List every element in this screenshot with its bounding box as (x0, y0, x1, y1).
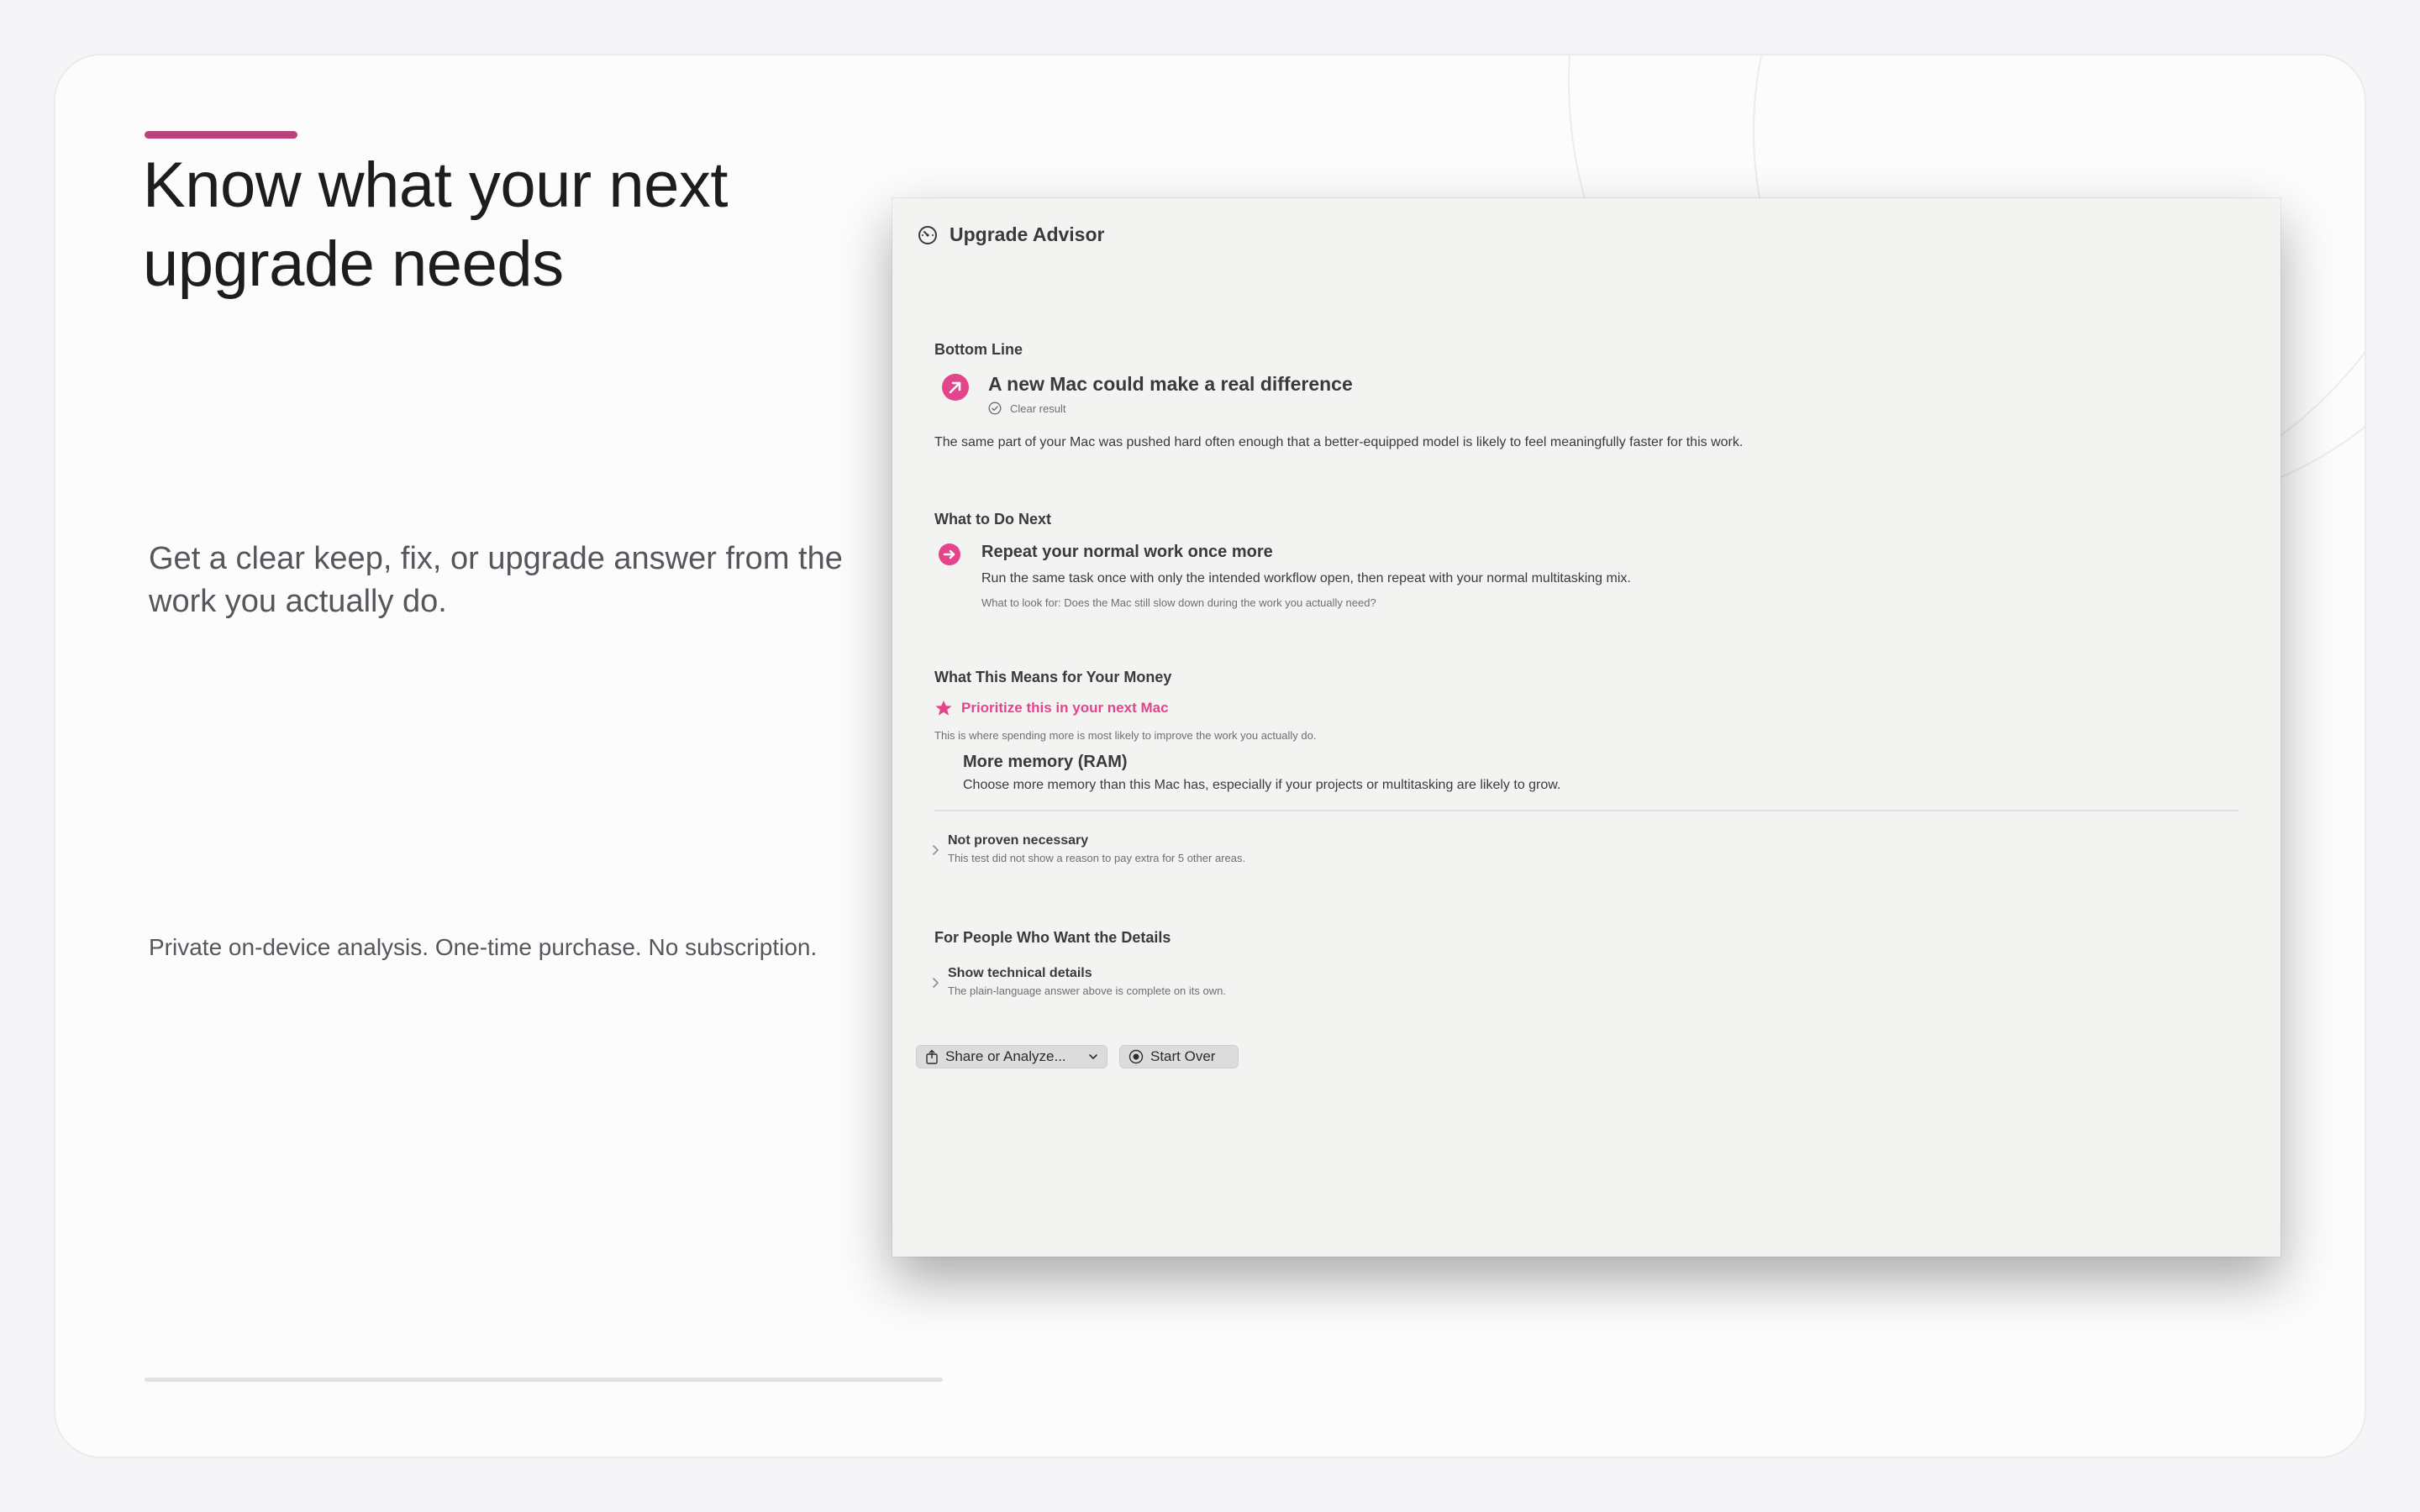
priority-note: This is where spending more is most like… (934, 729, 1317, 742)
star-icon (935, 700, 952, 716)
record-circle-icon (1128, 1049, 1144, 1064)
share-icon (926, 1049, 938, 1064)
not-proven-title: Not proven necessary (948, 833, 1089, 848)
subheadline-line-2: work you actually do. (149, 584, 447, 619)
technical-details-title: Show technical details (948, 966, 1092, 980)
result-description: The same part of your Mac was pushed har… (934, 435, 1744, 449)
priority-label: Prioritize this in your next Mac (961, 700, 1169, 716)
checkmark-circle-icon (988, 402, 1002, 415)
divider (145, 1378, 943, 1382)
arrow-up-right-icon (942, 374, 969, 401)
next-step-description: Run the same task once with only the int… (981, 571, 1631, 585)
subheadline: Get a clear keep, fix, or upgrade answer… (149, 538, 905, 623)
next-step-hint: What to look for: Does the Mac still slo… (981, 596, 1376, 609)
technical-details-disclosure[interactable]: Show technical details The plain-languag… (931, 966, 1226, 997)
next-step-title: Repeat your normal work once more (981, 543, 1273, 561)
separator (934, 810, 2238, 811)
priority-row: Prioritize this in your next Mac (934, 699, 1169, 717)
recommended-item-description: Choose more memory than this Mac has, es… (963, 778, 1561, 792)
result-badge-label: Clear result (1010, 402, 1066, 415)
section-heading-next: What to Do Next (934, 511, 1051, 528)
not-proven-note: This test did not show a reason to pay e… (948, 852, 1246, 864)
footnote: Private on-device analysis. One-time pur… (149, 934, 818, 960)
arrow-right-circle-icon (939, 543, 960, 565)
chevron-down-icon (1089, 1054, 1097, 1059)
window-title-bar: Upgrade Advisor (918, 223, 1104, 246)
subheadline-line-1: Get a clear keep, fix, or upgrade answer… (149, 541, 843, 576)
gauge-icon (918, 225, 937, 244)
accent-bar (145, 131, 297, 139)
result-badge: Clear result (988, 402, 1065, 415)
result-title: A new Mac could make a real difference (988, 373, 1353, 395)
headline: Know what your next upgrade needs (143, 146, 899, 304)
upgrade-advisor-window: Upgrade Advisor Bottom Line A new Mac co… (892, 198, 2281, 1257)
headline-line-1: Know what your next (143, 150, 729, 221)
chevron-right-icon (933, 978, 939, 988)
section-heading-money: What This Means for Your Money (934, 669, 1172, 685)
not-proven-text: Not proven necessary This test did not s… (948, 833, 1245, 864)
chevron-right-icon (933, 845, 939, 855)
window-title: Upgrade Advisor (950, 223, 1105, 245)
share-analyze-label: Share or Analyze... (945, 1048, 1066, 1064)
section-heading-bottom-line: Bottom Line (934, 341, 1023, 358)
headline-line-2: upgrade needs (143, 228, 564, 300)
technical-details-text: Show technical details The plain-languag… (948, 966, 1226, 997)
not-proven-disclosure[interactable]: Not proven necessary This test did not s… (931, 833, 1245, 864)
technical-details-note: The plain-language answer above is compl… (948, 984, 1226, 997)
section-heading-details: For People Who Want the Details (934, 929, 1171, 946)
start-over-label: Start Over (1150, 1048, 1216, 1064)
recommended-item-title: More memory (RAM) (963, 753, 1128, 771)
start-over-button[interactable]: Start Over (1119, 1045, 1239, 1068)
share-analyze-button[interactable]: Share or Analyze... (916, 1045, 1107, 1068)
